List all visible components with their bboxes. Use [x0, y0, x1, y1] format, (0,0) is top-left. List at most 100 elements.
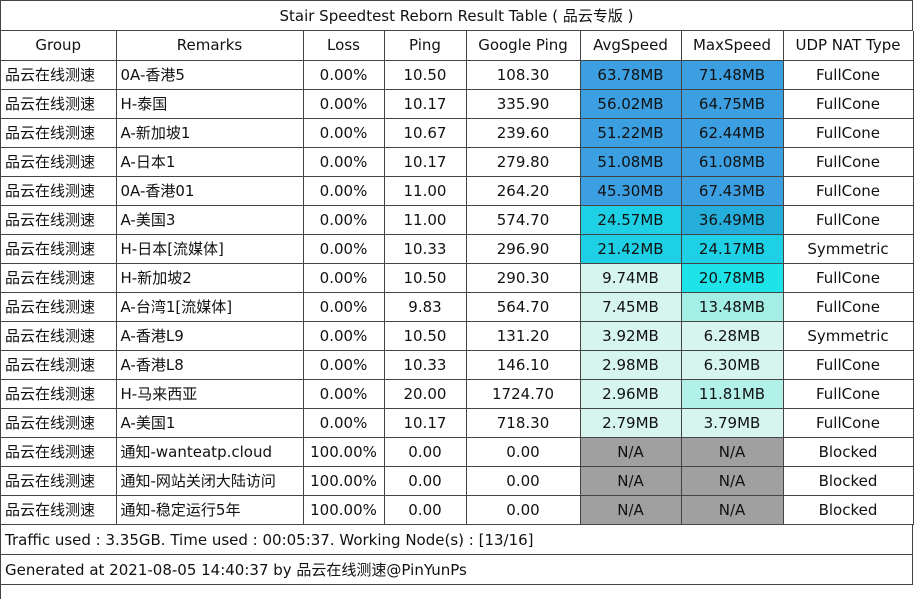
column-header-loss: Loss: [303, 31, 385, 61]
table-row: 品云在线测速 0A-香港5 0.00% 10.50 108.30 63.78MB 71.48…: [1, 60, 914, 90]
cell-google-ping: 335.90: [466, 89, 581, 119]
cell-max-speed: 6.30MB: [681, 350, 784, 380]
cell-google-ping: 290.30: [466, 263, 581, 293]
cell-remarks: A-香港L8: [116, 350, 304, 380]
result-table: Group Remarks Loss Ping Google Ping AvgS…: [1, 31, 914, 525]
cell-group: 品云在线测速: [1, 176, 117, 206]
cell-group: 品云在线测速: [1, 437, 117, 467]
cell-ping: 20.00: [384, 379, 467, 409]
cell-udp-nat-type: FullCone: [783, 118, 914, 148]
table-title: Stair Speedtest Reborn Result Table ( 品云…: [1, 1, 913, 31]
cell-ping: 11.00: [384, 176, 467, 206]
cell-group: 品云在线测速: [1, 60, 117, 90]
cell-ping: 10.67: [384, 118, 467, 148]
cell-google-ping: 1724.70: [466, 379, 581, 409]
table-row: 品云在线测速 A-日本1 0.00% 10.17 279.80 51.08MB 61.08M…: [1, 147, 914, 177]
cell-google-ping: 264.20: [466, 176, 581, 206]
cell-max-speed: 67.43MB: [681, 176, 784, 206]
cell-remarks: A-新加坡1: [116, 118, 304, 148]
cell-max-speed: 3.79MB: [681, 408, 784, 438]
cell-avg-speed: N/A: [580, 466, 682, 496]
cell-avg-speed: 24.57MB: [580, 205, 682, 235]
cell-remarks: 通知-稳定运行5年: [116, 495, 304, 525]
cell-remarks: H-新加坡2: [116, 263, 304, 293]
cell-remarks: A-美国3: [116, 205, 304, 235]
cell-max-speed: 11.81MB: [681, 379, 784, 409]
cell-udp-nat-type: FullCone: [783, 205, 914, 235]
cell-udp-nat-type: FullCone: [783, 408, 914, 438]
cell-avg-speed: 63.78MB: [580, 60, 682, 90]
column-header-udp-nat-type: UDP NAT Type: [783, 31, 914, 61]
cell-loss: 100.00%: [303, 437, 385, 467]
cell-google-ping: 564.70: [466, 292, 581, 322]
table-row: 品云在线测速 H-泰国 0.00% 10.17 335.90 56.02MB 64.75MB…: [1, 89, 914, 119]
cell-remarks: 0A-香港01: [116, 176, 304, 206]
cell-group: 品云在线测速: [1, 263, 117, 293]
table-row: 品云在线测速 A-香港L9 0.00% 10.50 131.20 3.92MB 6.28MB…: [1, 321, 914, 351]
cell-group: 品云在线测速: [1, 234, 117, 264]
cell-udp-nat-type: Blocked: [783, 495, 914, 525]
cell-avg-speed: 3.92MB: [580, 321, 682, 351]
cell-loss: 0.00%: [303, 379, 385, 409]
table-row: 品云在线测速 H-新加坡2 0.00% 10.50 290.30 9.74MB 20.78M…: [1, 263, 914, 293]
column-header-max-speed: MaxSpeed: [681, 31, 784, 61]
cell-udp-nat-type: FullCone: [783, 379, 914, 409]
table-body: 品云在线测速 0A-香港5 0.00% 10.50 108.30 63.78MB 71.48…: [1, 60, 914, 525]
cell-loss: 0.00%: [303, 176, 385, 206]
cell-google-ping: 239.60: [466, 118, 581, 148]
cell-group: 品云在线测速: [1, 118, 117, 148]
cell-ping: 10.50: [384, 321, 467, 351]
cell-udp-nat-type: FullCone: [783, 350, 914, 380]
cell-group: 品云在线测速: [1, 147, 117, 177]
table-row: 品云在线测速 通知-wanteatp.cloud 100.00% 0.00 0.00 N/…: [1, 437, 914, 467]
cell-google-ping: 146.10: [466, 350, 581, 380]
cell-ping: 0.00: [384, 437, 467, 467]
cell-remarks: H-日本[流媒体]: [116, 234, 304, 264]
cell-remarks: 0A-香港5: [116, 60, 304, 90]
cell-udp-nat-type: Blocked: [783, 437, 914, 467]
cell-ping: 9.83: [384, 292, 467, 322]
cell-max-speed: 62.44MB: [681, 118, 784, 148]
table-row: 品云在线测速 A-台湾1[流媒体] 0.00% 9.83 564.70 7.45MB 13.…: [1, 292, 914, 322]
table-row: 品云在线测速 A-香港L8 0.00% 10.33 146.10 2.98MB 6.30MB…: [1, 350, 914, 380]
cell-avg-speed: 9.74MB: [580, 263, 682, 293]
column-header-remarks: Remarks: [116, 31, 304, 61]
cell-loss: 0.00%: [303, 292, 385, 322]
cell-avg-speed: 51.22MB: [580, 118, 682, 148]
cell-max-speed: N/A: [681, 437, 784, 467]
cell-max-speed: 13.48MB: [681, 292, 784, 322]
cell-ping: 0.00: [384, 466, 467, 496]
cell-google-ping: 0.00: [466, 437, 581, 467]
cell-remarks: H-马来西亚: [116, 379, 304, 409]
cell-google-ping: 279.80: [466, 147, 581, 177]
cell-google-ping: 131.20: [466, 321, 581, 351]
table-row: 品云在线测速 H-日本[流媒体] 0.00% 10.33 296.90 21.42MB 24…: [1, 234, 914, 264]
cell-max-speed: 24.17MB: [681, 234, 784, 264]
cell-avg-speed: 2.79MB: [580, 408, 682, 438]
cell-ping: 10.33: [384, 350, 467, 380]
column-header-group: Group: [1, 31, 117, 61]
cell-google-ping: 574.70: [466, 205, 581, 235]
cell-udp-nat-type: FullCone: [783, 176, 914, 206]
table-row: 品云在线测速 A-新加坡1 0.00% 10.67 239.60 51.22MB 62.44…: [1, 118, 914, 148]
cell-google-ping: 108.30: [466, 60, 581, 90]
cell-loss: 0.00%: [303, 147, 385, 177]
cell-remarks: H-泰国: [116, 89, 304, 119]
cell-avg-speed: 45.30MB: [580, 176, 682, 206]
cell-ping: 0.00: [384, 495, 467, 525]
cell-udp-nat-type: FullCone: [783, 89, 914, 119]
cell-google-ping: 0.00: [466, 466, 581, 496]
cell-group: 品云在线测速: [1, 408, 117, 438]
cell-udp-nat-type: Symmetric: [783, 321, 914, 351]
cell-avg-speed: 2.98MB: [580, 350, 682, 380]
cell-loss: 0.00%: [303, 118, 385, 148]
cell-loss: 100.00%: [303, 495, 385, 525]
cell-remarks: A-美国1: [116, 408, 304, 438]
cell-max-speed: N/A: [681, 495, 784, 525]
cell-max-speed: 61.08MB: [681, 147, 784, 177]
cell-udp-nat-type: Blocked: [783, 466, 914, 496]
cell-loss: 0.00%: [303, 263, 385, 293]
column-header-google-ping: Google Ping: [466, 31, 581, 61]
cell-group: 品云在线测速: [1, 321, 117, 351]
cell-max-speed: 36.49MB: [681, 205, 784, 235]
